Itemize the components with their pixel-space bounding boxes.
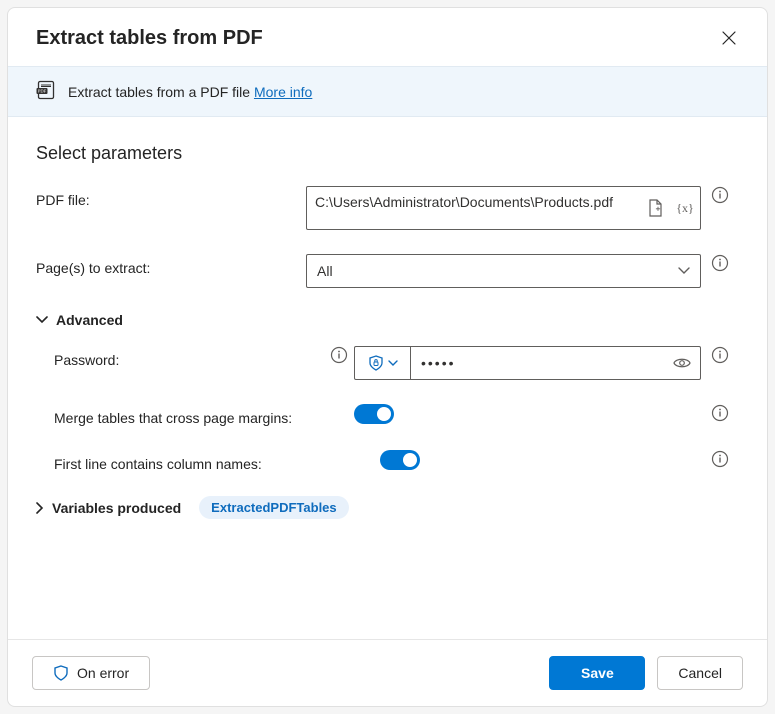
variables-produced-expander[interactable]: Variables produced ExtractedPDFTables (36, 496, 739, 519)
row-password: Password: ••••• (36, 346, 739, 380)
toggle-knob (377, 407, 391, 421)
cancel-label: Cancel (678, 665, 722, 681)
on-error-label: On error (77, 665, 129, 681)
variable-badge[interactable]: ExtractedPDFTables (199, 496, 348, 519)
save-label: Save (581, 665, 614, 681)
info-bar: PDF Extract tables from a PDF file More … (8, 66, 767, 117)
variable-icon: {x} (676, 201, 694, 215)
firstline-toggle[interactable] (380, 450, 420, 470)
sensitive-type-button[interactable] (355, 347, 411, 379)
pages-select-value: All (317, 263, 333, 279)
dialog-extract-tables-pdf: Extract tables from PDF PDF Extract tabl… (7, 7, 768, 707)
info-button-pdf-file[interactable] (711, 186, 729, 207)
row-firstline: First line contains column names: (36, 450, 739, 472)
info-button-merge[interactable] (711, 404, 729, 425)
save-button[interactable]: Save (549, 656, 645, 690)
chevron-down-icon (388, 360, 398, 367)
pages-select[interactable]: All (306, 254, 701, 288)
row-pages: Page(s) to extract: All (36, 254, 739, 288)
advanced-expander[interactable]: Advanced (36, 312, 739, 328)
info-button-password[interactable] (711, 346, 729, 367)
merge-toggle[interactable] (354, 404, 394, 424)
info-icon (711, 404, 729, 422)
variable-picker-button[interactable]: {x} (670, 187, 700, 229)
info-icon (711, 254, 729, 272)
info-icon (711, 346, 729, 364)
info-icon (711, 450, 729, 468)
file-select-icon (647, 199, 663, 217)
toggle-knob (403, 453, 417, 467)
chevron-down-icon (36, 316, 48, 324)
shield-lock-icon (368, 355, 384, 371)
info-button-password-left[interactable] (330, 346, 348, 367)
svg-text:PDF: PDF (38, 89, 47, 94)
dialog-footer: On error Save Cancel (8, 639, 767, 706)
info-button-pages[interactable] (711, 254, 729, 275)
password-field-group: ••••• (354, 346, 701, 380)
more-info-link[interactable]: More info (254, 84, 312, 100)
variables-produced-label: Variables produced (52, 500, 181, 516)
chevron-down-icon (678, 267, 690, 275)
shield-icon (53, 665, 69, 681)
close-button[interactable] (713, 22, 745, 54)
section-select-parameters: Select parameters (36, 143, 739, 164)
dialog-header: Extract tables from PDF (8, 8, 767, 66)
row-pdf-file: PDF file: C:\Users\Administrator\Documen… (36, 186, 739, 230)
label-pages: Page(s) to extract: (36, 254, 306, 276)
label-pdf-file: PDF file: (36, 186, 306, 208)
file-picker-button[interactable] (640, 187, 670, 229)
row-merge: Merge tables that cross page margins: (36, 404, 739, 426)
close-icon (722, 31, 736, 45)
dialog-body: Select parameters PDF file: C:\Users\Adm… (8, 117, 767, 639)
info-icon (330, 346, 348, 364)
cancel-button[interactable]: Cancel (657, 656, 743, 690)
chevron-right-icon (36, 502, 44, 514)
pdf-icon: PDF (36, 80, 56, 103)
reveal-password-button[interactable] (664, 347, 700, 379)
info-button-firstline[interactable] (711, 450, 729, 471)
password-masked-value: ••••• (421, 355, 456, 371)
info-text: Extract tables from a PDF file More info (68, 84, 312, 100)
advanced-label: Advanced (56, 312, 123, 328)
dialog-title: Extract tables from PDF (36, 27, 263, 50)
svg-text:{x}: {x} (676, 201, 694, 215)
password-input[interactable]: ••••• (411, 347, 664, 379)
info-icon (711, 186, 729, 204)
label-firstline: First line contains column names: (36, 450, 354, 472)
pdf-file-input[interactable]: C:\Users\Administrator\Documents\Product… (306, 186, 701, 230)
on-error-button[interactable]: On error (32, 656, 150, 690)
pdf-file-value: C:\Users\Administrator\Documents\Product… (307, 187, 640, 229)
label-password: Password: (54, 352, 119, 368)
eye-icon (673, 357, 691, 369)
info-text-plain: Extract tables from a PDF file (68, 84, 254, 100)
label-merge: Merge tables that cross page margins: (36, 404, 354, 426)
